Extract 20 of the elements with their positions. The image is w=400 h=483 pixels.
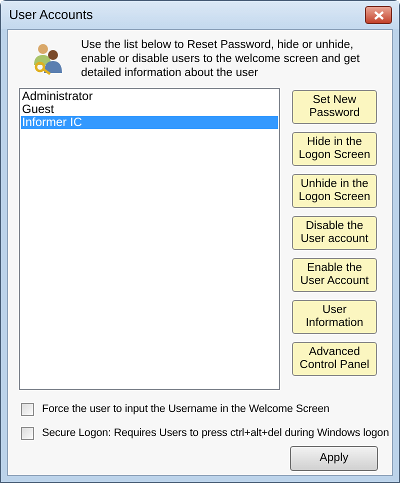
- close-icon: [374, 10, 384, 20]
- user-list-item[interactable]: Guest: [21, 103, 278, 116]
- close-button[interactable]: [365, 6, 392, 24]
- window-title: User Accounts: [9, 6, 93, 24]
- user-list-item[interactable]: Administrator: [21, 90, 278, 103]
- action-button[interactable]: Disable the User account: [292, 216, 377, 250]
- action-button[interactable]: User Information: [292, 300, 377, 334]
- apply-button[interactable]: Apply: [290, 446, 378, 472]
- checkbox[interactable]: [21, 402, 34, 416]
- action-button[interactable]: Enable the User Account: [292, 258, 377, 292]
- action-button[interactable]: Advanced Control Panel: [292, 342, 377, 376]
- description-text: Use the list below to Reset Password, hide or unhide, enable or disable users to the welcome screen and get detailed information about the user: [81, 38, 361, 80]
- action-button[interactable]: Unhide in the Logon Screen: [292, 174, 377, 208]
- checkbox[interactable]: [21, 426, 34, 440]
- action-button[interactable]: Set New Password: [292, 90, 377, 124]
- option-label: Force the user to input the Username in the Welcome Screen: [42, 402, 330, 417]
- user-list[interactable]: Administrator Guest Informer IC: [19, 88, 280, 390]
- option-label: Secure Logon: Requires Users to press ctrl+alt+del during Windows logon: [42, 426, 389, 442]
- users-key-icon: [31, 41, 65, 75]
- action-button[interactable]: Hide in the Logon Screen: [292, 132, 377, 166]
